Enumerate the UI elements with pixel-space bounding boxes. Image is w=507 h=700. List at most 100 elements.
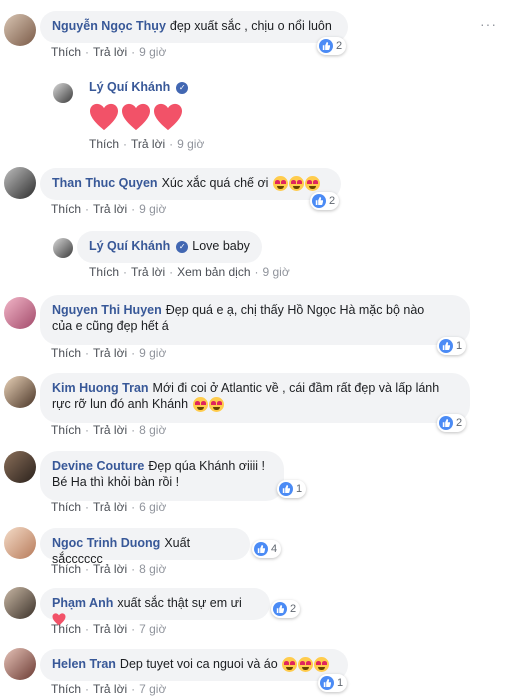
like-link[interactable]: Thích bbox=[51, 562, 81, 576]
separator: · bbox=[85, 562, 90, 576]
separator: · bbox=[85, 682, 90, 696]
reaction-count[interactable]: 2 bbox=[437, 414, 467, 432]
heart-eyes-emoji-icon bbox=[208, 397, 224, 413]
reply-link[interactable]: Trả lời bbox=[93, 562, 127, 576]
commenter-name[interactable]: Kim Huong Tran bbox=[52, 381, 149, 395]
translate-link[interactable]: Xem bản dịch bbox=[177, 265, 250, 279]
like-link[interactable]: Thích bbox=[89, 137, 119, 151]
like-count: 4 bbox=[271, 543, 278, 555]
comment-actions: Thích · Trả lời · 9 giờ bbox=[51, 346, 166, 360]
commenter-name[interactable]: Ngoc Trinh Duong bbox=[52, 536, 160, 550]
like-count: 2 bbox=[329, 195, 336, 207]
commenter-name[interactable]: Nguyen Thi Huyen bbox=[52, 303, 162, 317]
verified-badge-icon: ✓ bbox=[176, 81, 189, 94]
like-link[interactable]: Thích bbox=[89, 265, 119, 279]
reply-link[interactable]: Trả lời bbox=[93, 500, 127, 514]
separator: · bbox=[169, 265, 174, 279]
comment-bubble: Ngoc Trinh Duong Xuất sắcccccc bbox=[40, 528, 250, 566]
like-icon bbox=[312, 194, 326, 208]
like-link[interactable]: Thích bbox=[51, 500, 81, 514]
timestamp[interactable]: 9 giờ bbox=[139, 346, 166, 360]
reply-link[interactable]: Trả lời bbox=[93, 45, 127, 59]
commenter-name[interactable]: Lý Quí Khánh bbox=[89, 239, 170, 253]
separator: · bbox=[131, 202, 136, 216]
reply-link[interactable]: Trả lời bbox=[93, 682, 127, 696]
reply-link[interactable]: Trả lời bbox=[131, 265, 165, 279]
timestamp[interactable]: 6 giờ bbox=[139, 500, 166, 514]
commenter-name[interactable]: Lý Quí Khánh bbox=[89, 80, 170, 94]
reaction-count[interactable]: 1 bbox=[437, 337, 467, 355]
heart-eyes-emoji-icon bbox=[314, 657, 330, 673]
separator: · bbox=[85, 622, 90, 636]
heart-eyes-emoji-icon bbox=[272, 176, 288, 192]
like-icon bbox=[439, 416, 453, 430]
avatar[interactable] bbox=[4, 376, 36, 408]
like-link[interactable]: Thích bbox=[51, 622, 81, 636]
timestamp[interactable]: 9 giờ bbox=[139, 45, 166, 59]
avatar[interactable] bbox=[4, 527, 36, 559]
avatar[interactable] bbox=[53, 238, 73, 258]
comment-text: Love baby bbox=[192, 239, 250, 253]
separator: · bbox=[85, 45, 90, 59]
avatar[interactable] bbox=[4, 587, 36, 619]
like-icon bbox=[319, 39, 333, 53]
timestamp[interactable]: 9 giờ bbox=[263, 265, 290, 279]
like-link[interactable]: Thích bbox=[51, 45, 81, 59]
comment-actions: Thích · Trả lời · Xem bản dịch · 9 giờ bbox=[89, 265, 290, 279]
avatar[interactable] bbox=[53, 83, 73, 103]
comment-bubble: Helen Tran Dep tuyet voi ca nguoi và áo bbox=[40, 649, 348, 681]
reaction-count[interactable]: 1 bbox=[277, 480, 307, 498]
comment-bubble: Than Thuc Quyen Xúc xắc quá chế ơi bbox=[40, 168, 341, 200]
comment-actions: Thích · Trả lời · 9 giờ bbox=[51, 202, 166, 216]
commenter-name[interactable]: Than Thuc Quyen bbox=[52, 176, 158, 190]
comment-text: xuất sắc thật sự em ưi bbox=[117, 596, 242, 610]
more-options-icon[interactable]: ··· bbox=[480, 16, 497, 32]
like-icon bbox=[254, 542, 268, 556]
like-link[interactable]: Thích bbox=[51, 423, 81, 437]
timestamp[interactable]: 9 giờ bbox=[177, 137, 204, 151]
reply-link[interactable]: Trả lời bbox=[93, 622, 127, 636]
separator: · bbox=[169, 137, 174, 151]
timestamp[interactable]: 8 giờ bbox=[139, 423, 166, 437]
like-count: 2 bbox=[290, 603, 297, 615]
separator: · bbox=[131, 622, 136, 636]
reply-header: Lý Quí Khánh ✓ bbox=[89, 80, 192, 94]
timestamp[interactable]: 9 giờ bbox=[139, 202, 166, 216]
avatar[interactable] bbox=[4, 167, 36, 199]
like-link[interactable]: Thích bbox=[51, 346, 81, 360]
comment-actions: Thích · Trả lời · 9 giờ bbox=[89, 137, 204, 151]
separator: · bbox=[85, 346, 90, 360]
comment-text: Xúc xắc quá chế ơi bbox=[161, 176, 269, 190]
separator: · bbox=[254, 265, 259, 279]
like-icon bbox=[320, 676, 334, 690]
reaction-count[interactable]: 1 bbox=[318, 674, 348, 692]
timestamp[interactable]: 7 giờ bbox=[139, 622, 166, 636]
reaction-count[interactable]: 2 bbox=[271, 600, 301, 618]
timestamp[interactable]: 8 giờ bbox=[139, 562, 166, 576]
avatar[interactable] bbox=[4, 648, 36, 680]
commenter-name[interactable]: Nguyễn Ngọc Thụy bbox=[52, 19, 166, 33]
reply-link[interactable]: Trả lời bbox=[93, 346, 127, 360]
separator: · bbox=[85, 423, 90, 437]
reaction-count[interactable]: 2 bbox=[310, 192, 340, 210]
like-link[interactable]: Thích bbox=[51, 682, 81, 696]
comment-text: Mới đi coi ở Atlantic về , cái đầm rất đ… bbox=[152, 381, 440, 395]
like-link[interactable]: Thích bbox=[51, 202, 81, 216]
reaction-count[interactable]: 4 bbox=[252, 540, 282, 558]
separator: · bbox=[85, 500, 90, 514]
timestamp[interactable]: 7 giờ bbox=[139, 682, 166, 696]
reply-link[interactable]: Trả lời bbox=[93, 202, 127, 216]
heart-icon bbox=[154, 103, 182, 131]
separator: · bbox=[131, 346, 136, 360]
reply-link[interactable]: Trả lời bbox=[131, 137, 165, 151]
avatar[interactable] bbox=[4, 14, 36, 46]
commenter-name[interactable]: Phạm Anh bbox=[52, 596, 113, 610]
commenter-name[interactable]: Helen Tran bbox=[52, 657, 116, 671]
comment-bubble: Nguyễn Ngọc Thụy đẹp xuất sắc , chịu o nổ… bbox=[40, 11, 348, 43]
avatar[interactable] bbox=[4, 451, 36, 483]
reply-link[interactable]: Trả lời bbox=[93, 423, 127, 437]
avatar[interactable] bbox=[4, 297, 36, 329]
reaction-count[interactable]: 2 bbox=[317, 37, 347, 55]
comment-text-line2: của e cũng đẹp hết á bbox=[52, 319, 169, 333]
commenter-name[interactable]: Devine Couture bbox=[52, 459, 144, 473]
